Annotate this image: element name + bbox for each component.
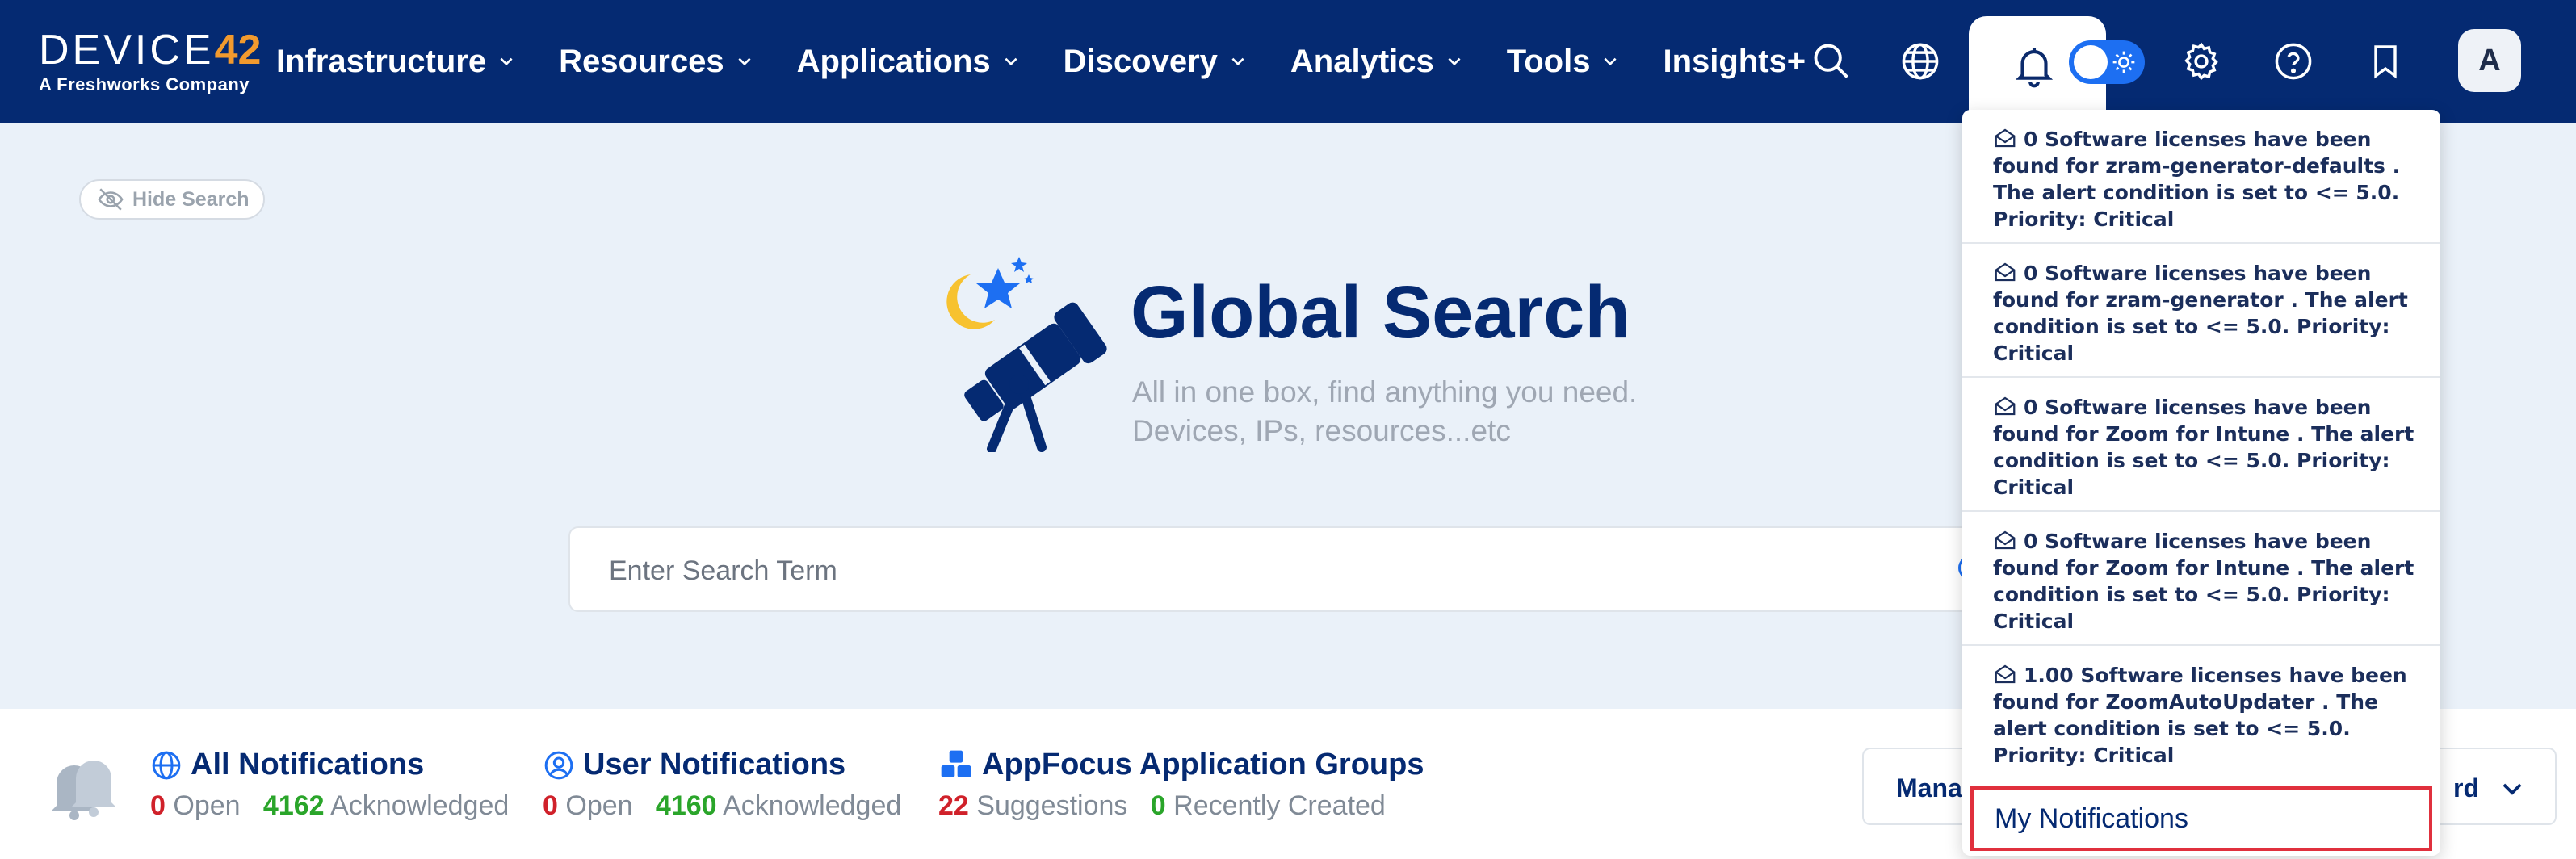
notification-item[interactable]: 0 Software licenses have been found for … xyxy=(1962,378,2440,512)
user-ack-count[interactable]: 4160 xyxy=(656,790,717,821)
main-nav: Infrastructure Resources Applications Di… xyxy=(276,39,1849,84)
toggle-knob xyxy=(2074,45,2108,79)
hide-search-button[interactable]: Hide Search xyxy=(79,179,265,220)
page-title: Global Search xyxy=(1131,271,1630,354)
globe-icon xyxy=(152,751,181,779)
envelope-open-icon xyxy=(1995,530,2016,550)
logo-number: 42 xyxy=(214,27,262,73)
device42-logo[interactable]: DEVICE42 A Freshworks Company xyxy=(39,27,261,95)
chevron-down-icon xyxy=(1448,57,1461,66)
bell-icon xyxy=(2015,48,2054,88)
cubes-icon xyxy=(941,750,971,777)
suggestions-count[interactable]: 22 xyxy=(938,790,969,821)
notification-text: 0 Software licenses have been found for … xyxy=(1993,128,2401,231)
appfocus-groups-stat[interactable]: AppFocus Application Groups 22 Suggestio… xyxy=(938,748,1424,822)
nav-applications[interactable]: Applications xyxy=(797,39,1020,84)
user-open-count[interactable]: 0 xyxy=(543,790,558,821)
envelope-open-icon xyxy=(1995,262,2016,282)
globe-icon[interactable] xyxy=(1894,36,1946,87)
notification-item[interactable]: 0 Software licenses have been found for … xyxy=(1962,512,2440,646)
notification-text: 0 Software licenses have been found for … xyxy=(1993,396,2414,499)
gear-icon[interactable] xyxy=(2175,36,2227,87)
sun-icon xyxy=(2112,51,2135,73)
nav-resources[interactable]: Resources xyxy=(559,39,753,84)
notification-item[interactable]: 0 Software licenses have been found for … xyxy=(1962,244,2440,378)
chevron-down-icon xyxy=(1604,57,1617,66)
theme-toggle[interactable] xyxy=(2069,40,2145,84)
search-icon[interactable] xyxy=(1806,36,1857,87)
open-label: Open xyxy=(565,790,633,821)
suggestions-label: Suggestions xyxy=(976,790,1128,821)
ack-label: Acknowledged xyxy=(330,790,510,821)
hide-search-label: Hide Search xyxy=(132,187,250,211)
dashboard-select-label-end: rd xyxy=(2453,773,2479,802)
envelope-open-icon xyxy=(1995,396,2016,416)
chevron-down-icon xyxy=(1231,57,1244,66)
ack-label: Acknowledged xyxy=(723,790,902,821)
envelope-open-icon xyxy=(1995,664,2016,684)
notification-text: 0 Software licenses have been found for … xyxy=(1993,262,2408,365)
user-notifications-stat[interactable]: User Notifications 0 Open 4160 Acknowled… xyxy=(543,748,901,822)
notification-item[interactable]: 1.00 Software licenses have been found f… xyxy=(1962,646,2440,780)
page-subtitle: All in one box, find anything you need. … xyxy=(1132,373,1637,450)
notifications-dropdown: 0 Software licenses have been found for … xyxy=(1962,110,2440,856)
chevron-down-icon xyxy=(738,57,751,66)
all-ack-count[interactable]: 4162 xyxy=(263,790,325,821)
recently-created-label: Recently Created xyxy=(1173,790,1386,821)
my-notifications-link[interactable]: My Notifications xyxy=(1970,786,2432,851)
telescope-illustration xyxy=(946,257,1107,452)
nav-insights[interactable]: Insights+ xyxy=(1663,39,1806,84)
logo-subtitle: A Freshworks Company xyxy=(39,74,250,94)
nav-tools[interactable]: Tools xyxy=(1507,39,1620,84)
notification-text: 0 Software licenses have been found for … xyxy=(1993,530,2414,633)
notification-text: 1.00 Software licenses have been found f… xyxy=(1993,664,2407,767)
subtitle-line-1: All in one box, find anything you need. xyxy=(1132,375,1638,409)
search-input[interactable] xyxy=(607,549,1822,593)
appfocus-groups-title: AppFocus Application Groups xyxy=(982,748,1424,781)
user-avatar[interactable]: A xyxy=(2458,29,2521,92)
chevron-down-icon xyxy=(1005,57,1017,66)
help-icon[interactable] xyxy=(2268,36,2319,87)
chevron-down-icon xyxy=(2503,783,2522,795)
bookmark-icon[interactable] xyxy=(2360,36,2411,87)
recently-created-count[interactable]: 0 xyxy=(1151,790,1166,821)
bells-illustration xyxy=(52,761,116,820)
all-open-count[interactable]: 0 xyxy=(150,790,166,821)
user-notifications-title: User Notifications xyxy=(583,748,846,781)
open-label: Open xyxy=(173,790,241,821)
top-nav-bar: DEVICE42 A Freshworks Company Infrastruc… xyxy=(0,0,2576,123)
envelope-open-icon xyxy=(1995,128,2016,148)
chevron-down-icon xyxy=(500,57,513,66)
notification-item[interactable]: 0 Software licenses have been found for … xyxy=(1962,110,2440,244)
nav-infrastructure[interactable]: Infrastructure xyxy=(276,39,515,84)
subtitle-line-2: Devices, IPs, resources...etc xyxy=(1132,414,1511,447)
logo-word: DEVICE xyxy=(39,27,215,73)
all-notifications-title: All Notifications xyxy=(191,748,425,781)
global-search-box xyxy=(568,526,1990,612)
all-notifications-stat[interactable]: All Notifications 0 Open 4162 Acknowledg… xyxy=(150,748,509,822)
user-circle-icon xyxy=(544,751,573,779)
nav-discovery[interactable]: Discovery xyxy=(1064,39,1247,84)
eye-off-icon xyxy=(98,188,124,211)
nav-analytics[interactable]: Analytics xyxy=(1290,39,1463,84)
